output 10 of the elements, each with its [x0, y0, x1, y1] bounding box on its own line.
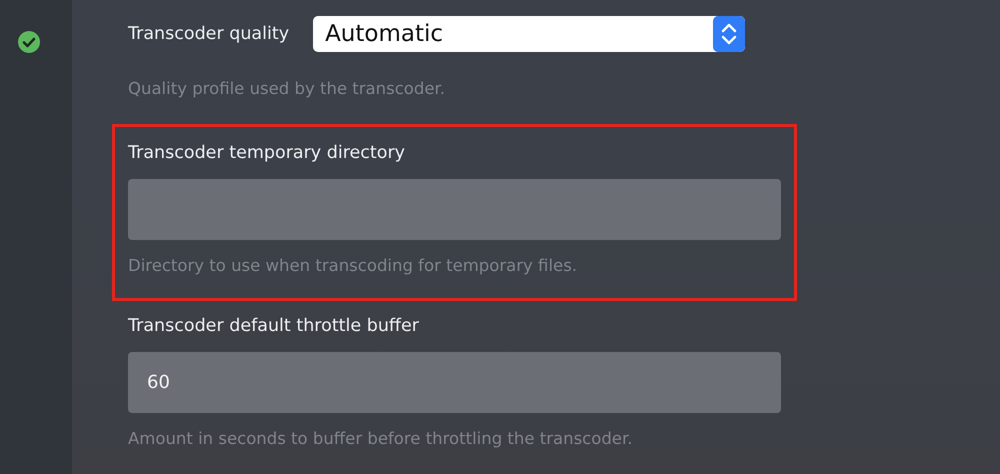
field-label: Transcoder quality: [128, 23, 290, 46]
help-text: Amount in seconds to buffer before throttling the transcoder.: [128, 428, 634, 450]
field-label: Transcoder default throttle buffer: [128, 315, 420, 338]
help-text: Quality profile used by the transcoder.: [128, 78, 446, 100]
updown-chevron-icon: [713, 16, 746, 52]
text-field[interactable]: 60: [128, 352, 781, 413]
help-text: Directory to use when transcoding for temporary files.: [128, 255, 578, 277]
quality-dropdown[interactable]: Automatic: [313, 16, 746, 52]
text-field[interactable]: [128, 179, 781, 240]
field-label: Transcoder temporary directory: [128, 142, 406, 165]
